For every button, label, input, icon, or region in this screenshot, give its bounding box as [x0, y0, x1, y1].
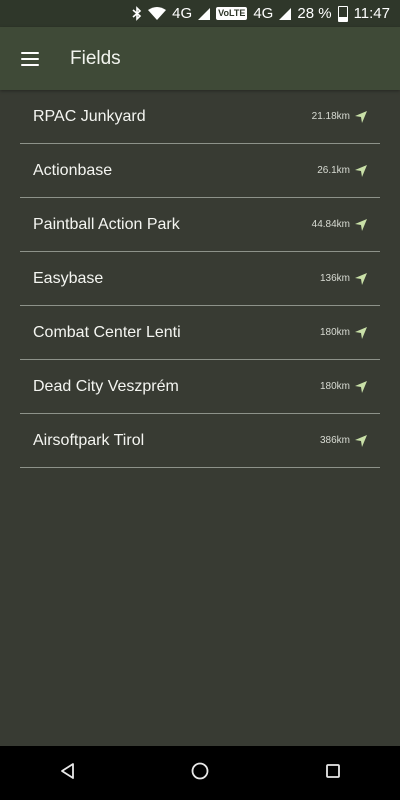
field-distance: 21.18km: [311, 111, 350, 122]
page-title: Fields: [70, 47, 121, 69]
navigation-arrow-icon: [354, 434, 368, 448]
home-circle-icon: [191, 762, 209, 785]
navigation-arrow-icon: [354, 218, 368, 232]
back-triangle-icon: [59, 762, 75, 785]
field-name: Airsoftpark Tirol: [33, 431, 145, 449]
signal-icon-2: [279, 7, 292, 20]
menu-button[interactable]: [0, 27, 60, 90]
list-item[interactable]: Paintball Action Park 44.84km: [20, 198, 380, 252]
app-bar: Fields: [0, 27, 400, 90]
battery-percent: 28 %: [297, 5, 332, 22]
network-type-label: 4G: [172, 5, 193, 22]
field-name: Paintball Action Park: [33, 215, 180, 233]
field-distance: 136km: [319, 273, 350, 284]
navigation-arrow-icon: [354, 110, 368, 124]
list-item[interactable]: Actionbase 26.1km: [20, 144, 380, 198]
navigation-arrow-icon: [354, 380, 368, 394]
volte-badge: VoLTE: [216, 7, 248, 20]
field-name: Combat Center Lenti: [33, 323, 181, 341]
field-name: Actionbase: [33, 161, 113, 179]
field-distance: 386km: [319, 435, 350, 446]
signal-icon: [198, 7, 211, 20]
clock: 11:47: [353, 5, 390, 22]
status-bar: 4G VoLTE 4G 28 % 11:47: [0, 0, 400, 27]
list-item[interactable]: Dead City Veszprém 180km: [20, 360, 380, 414]
field-distance: 180km: [319, 381, 350, 392]
field-distance: 26.1km: [317, 165, 350, 176]
wifi-icon: [148, 6, 167, 21]
field-distance: 180km: [319, 327, 350, 338]
navigation-arrow-icon: [354, 326, 368, 340]
field-name: Easybase: [33, 269, 104, 287]
hamburger-icon: [21, 51, 39, 66]
navigation-arrow-icon: [354, 164, 368, 178]
field-name: Dead City Veszprém: [33, 377, 179, 395]
recents-button[interactable]: [303, 746, 363, 800]
recents-square-icon: [325, 763, 341, 784]
battery-icon: [337, 5, 348, 22]
field-name: RPAC Junkyard: [33, 107, 146, 125]
home-button[interactable]: [170, 746, 230, 800]
network-type-label-2: 4G: [253, 5, 274, 22]
system-nav-bar: [0, 746, 400, 800]
fields-list: RPAC Junkyard 21.18km Actionbase 26.1km …: [20, 90, 380, 468]
list-item[interactable]: Easybase 136km: [20, 252, 380, 306]
field-distance: 44.84km: [311, 219, 350, 230]
bluetooth-icon: [132, 6, 142, 21]
list-item[interactable]: Combat Center Lenti 180km: [20, 306, 380, 360]
navigation-arrow-icon: [354, 272, 368, 286]
list-item[interactable]: Airsoftpark Tirol 386km: [20, 414, 380, 468]
list-item[interactable]: RPAC Junkyard 21.18km: [20, 90, 380, 144]
back-button[interactable]: [37, 746, 97, 800]
